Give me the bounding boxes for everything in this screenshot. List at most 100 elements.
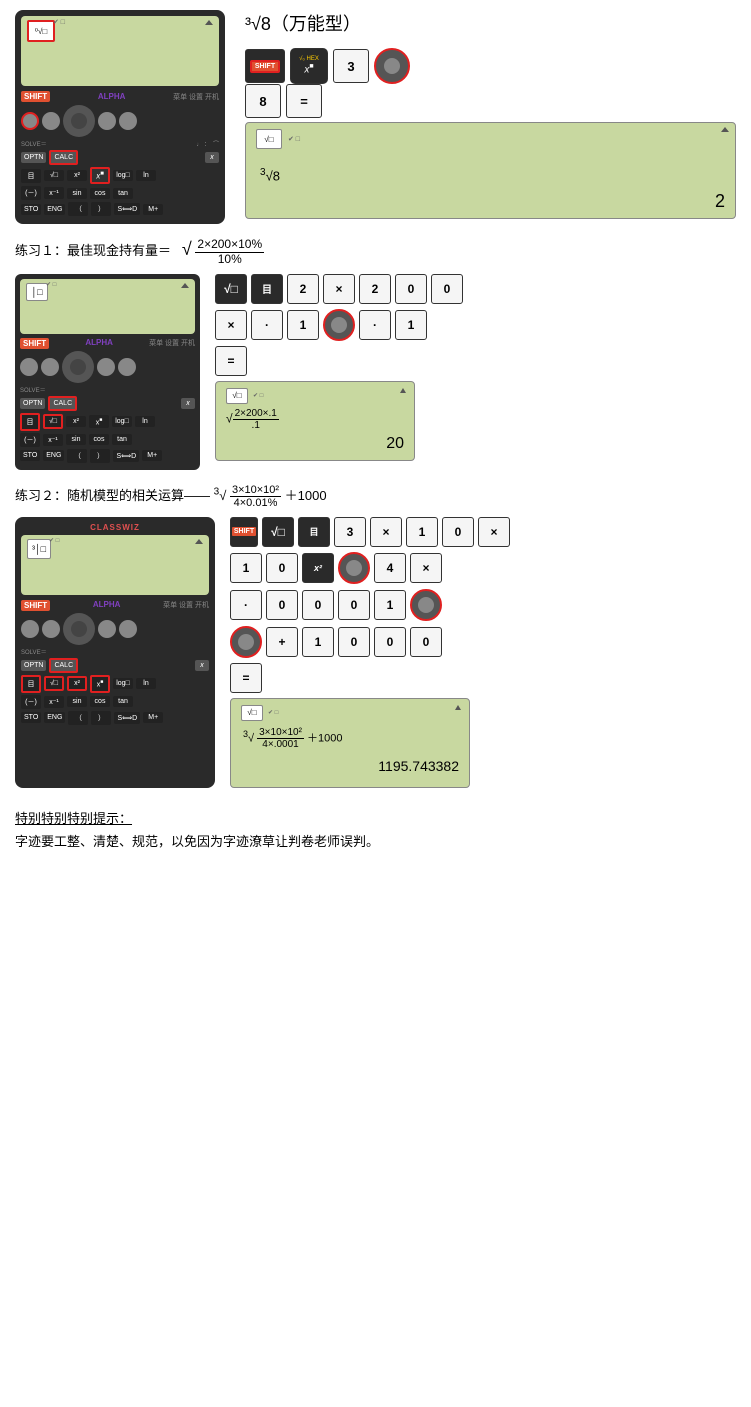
kb-0a-ex1[interactable]: 0 — [395, 274, 427, 304]
kb-0c-ex2[interactable]: 0 — [266, 590, 298, 620]
kb-shift-ex2[interactable]: SHIFT — [230, 517, 258, 547]
ex2-sto[interactable]: STO — [21, 712, 41, 723]
kb-x2-ex2[interactable]: × — [478, 517, 510, 547]
kb-x3-ex2[interactable]: × — [410, 553, 442, 583]
key-equals[interactable]: = — [286, 84, 322, 118]
kb-1d-ex2[interactable]: 1 — [302, 627, 334, 657]
ex2-optn[interactable]: OPTN — [21, 660, 46, 671]
kb-frac-ex1[interactable]: 目 — [251, 274, 283, 304]
btn-sto[interactable]: STO — [21, 204, 41, 215]
ex2-btn2[interactable] — [42, 620, 60, 638]
btn-eng[interactable]: ENG — [44, 204, 65, 215]
kb-0g-ex2[interactable]: 0 — [374, 627, 406, 657]
kb-0d-ex2[interactable]: 0 — [302, 590, 334, 620]
ex1-xinv[interactable]: x⁻¹ — [43, 434, 63, 446]
ex1-ln[interactable]: ln — [135, 416, 155, 427]
btn-ln[interactable]: ln — [136, 170, 156, 181]
kb-dot-ex2[interactable]: · — [230, 590, 262, 620]
btn-sin[interactable]: sin — [67, 188, 87, 199]
ex2-close[interactable]: ） — [91, 711, 111, 725]
ex2-log[interactable]: log□ — [113, 678, 133, 689]
kb-0e-ex2[interactable]: 0 — [338, 590, 370, 620]
kb-4-ex2[interactable]: 4 — [374, 553, 406, 583]
btn-x2[interactable]: x² — [67, 170, 87, 181]
btn-log[interactable]: log□ — [113, 170, 133, 181]
ex2-tan[interactable]: tan — [113, 696, 133, 707]
key-nav-right[interactable] — [374, 48, 410, 84]
btn-x[interactable]: x — [205, 152, 219, 163]
ex1-nav-center[interactable] — [70, 359, 86, 375]
ex1-optn[interactable]: OPTN — [20, 398, 45, 409]
ex2-x2-btn[interactable]: x² — [67, 676, 87, 691]
btn-neg[interactable]: (－) — [21, 186, 41, 200]
ex1-open[interactable]: （ — [67, 449, 87, 463]
kb-2a-ex1[interactable]: 2 — [287, 274, 319, 304]
ex1-btn3[interactable] — [97, 358, 115, 376]
kb-0b-ex1[interactable]: 0 — [431, 274, 463, 304]
btn-x-inv[interactable]: x⁻¹ — [44, 187, 64, 199]
ex2-nav[interactable] — [63, 613, 95, 645]
ex1-sin[interactable]: sin — [66, 434, 86, 445]
kb-times1-ex1[interactable]: × — [323, 274, 355, 304]
ex2-sin[interactable]: sin — [67, 696, 87, 707]
kb-nav-ex2b[interactable] — [410, 589, 442, 621]
kb-nav-ex2a[interactable] — [338, 552, 370, 584]
ex1-btn1[interactable] — [20, 358, 38, 376]
ex1-tan[interactable]: tan — [112, 434, 132, 445]
kb-1c-ex2[interactable]: 1 — [374, 590, 406, 620]
kb-0f-ex2[interactable]: 0 — [338, 627, 370, 657]
kb-eq-ex2[interactable]: = — [230, 663, 262, 693]
ex2-btn4[interactable] — [119, 620, 137, 638]
btn-sqrt[interactable]: √□ — [44, 170, 64, 181]
kb-dot1-ex1[interactable]: · — [251, 310, 283, 340]
btn-xn[interactable]: x■ — [90, 167, 110, 184]
btn-alpha-key[interactable] — [42, 112, 60, 130]
btn-calc[interactable]: CALC — [49, 150, 78, 165]
ex1-btn2[interactable] — [41, 358, 59, 376]
ex2-mp[interactable]: M+ — [143, 712, 163, 723]
kb-plus-ex2[interactable]: + — [266, 627, 298, 657]
kb-1b-ex1[interactable]: 1 — [395, 310, 427, 340]
btn-close[interactable]: ） — [91, 202, 111, 216]
ex2-open[interactable]: （ — [68, 711, 88, 725]
ex2-eng[interactable]: ENG — [44, 712, 65, 723]
key-8[interactable]: 8 — [245, 84, 281, 118]
ex2-xn-btn[interactable]: x■ — [90, 675, 110, 692]
btn-optn[interactable]: OPTN — [21, 152, 46, 163]
btn-mplus[interactable]: M+ — [143, 204, 163, 215]
ex2-neg[interactable]: (－) — [21, 695, 41, 709]
ex2-calc[interactable]: CALC — [49, 658, 78, 673]
nav-center[interactable] — [71, 113, 87, 129]
ex1-frac-btn[interactable]: 目 — [20, 413, 40, 431]
kb-x-ex2[interactable]: × — [370, 517, 402, 547]
ex1-log[interactable]: log□ — [112, 416, 132, 427]
ex2-nav-c[interactable] — [71, 621, 87, 637]
btn-open[interactable]: （ — [68, 202, 88, 216]
kb-0b-ex2[interactable]: 0 — [266, 553, 298, 583]
kb-frac-ex2[interactable]: 目 — [298, 517, 330, 547]
kb-nav-ex2c[interactable] — [230, 626, 262, 658]
btn-extra2[interactable] — [119, 112, 137, 130]
ex2-frac-btn[interactable]: 目 — [21, 675, 41, 693]
ex1-btn4[interactable] — [118, 358, 136, 376]
ex1-sd[interactable]: S⟺D — [113, 450, 139, 462]
kb-times2-ex1[interactable]: × — [215, 310, 247, 340]
btn-extra1[interactable] — [98, 112, 116, 130]
ex1-sqrt-btn[interactable]: √□ — [43, 414, 63, 429]
ex2-cos[interactable]: cos — [90, 696, 110, 707]
ex1-mp[interactable]: M+ — [142, 450, 162, 461]
ex1-xn[interactable]: x■ — [89, 415, 109, 428]
kb-sqrt-ex1[interactable]: √□ — [215, 274, 247, 304]
btn-frac[interactable]: 目 — [21, 169, 41, 183]
ex1-calc[interactable]: CALC — [48, 396, 77, 411]
kb-eq-ex1[interactable]: = — [215, 346, 247, 376]
key-shift[interactable]: SHIFT — [245, 49, 285, 83]
ex1-nav[interactable] — [62, 351, 94, 383]
kb-nav-ex1[interactable] — [323, 309, 355, 341]
kb-x2-btn-ex2[interactable]: x² — [302, 553, 334, 583]
ex1-cos[interactable]: cos — [89, 434, 109, 445]
ex2-ln[interactable]: ln — [136, 678, 156, 689]
ex2-x[interactable]: x — [195, 660, 209, 671]
key-3[interactable]: 3 — [333, 49, 369, 83]
ex2-btn3[interactable] — [98, 620, 116, 638]
